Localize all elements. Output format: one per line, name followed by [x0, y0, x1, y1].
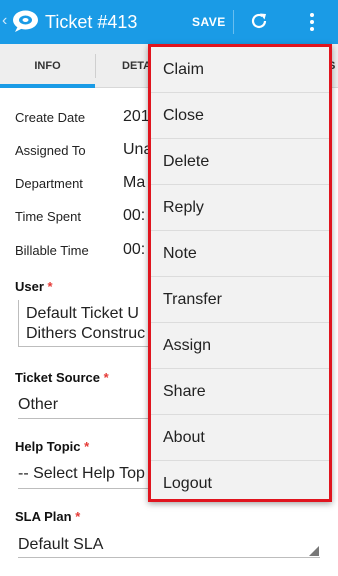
menu-item-claim[interactable]: Claim	[151, 47, 329, 93]
time-spent-label: Time Spent	[15, 209, 81, 224]
sla-plan-label: SLA Plan *	[15, 509, 81, 524]
required-marker: *	[75, 509, 81, 524]
help-topic-label: Help Topic *	[15, 439, 90, 454]
user-field-border	[18, 300, 19, 346]
refresh-icon[interactable]	[249, 11, 269, 31]
toolbar-divider	[233, 10, 234, 34]
assigned-to-label: Assigned To	[15, 143, 86, 158]
ticket-source-label: Ticket Source *	[15, 370, 109, 385]
menu-item-logout[interactable]: Logout	[151, 461, 329, 507]
required-marker: *	[103, 370, 109, 385]
menu-item-assign[interactable]: Assign	[151, 323, 329, 369]
sla-plan-underline	[18, 557, 320, 558]
menu-item-about[interactable]: About	[151, 415, 329, 461]
back-arrow-icon[interactable]: ‹	[2, 11, 7, 31]
page-title: Ticket #413	[45, 12, 138, 32]
menu-item-note[interactable]: Note	[151, 231, 329, 277]
dropdown-arrow-icon[interactable]	[309, 546, 319, 556]
app-bar: ‹ Ticket #413 SAVE	[0, 0, 338, 44]
time-spent-value[interactable]: 00:	[123, 206, 145, 226]
billable-time-label: Billable Time	[15, 243, 89, 258]
create-date-value: 201	[123, 108, 150, 125]
menu-item-delete[interactable]: Delete	[151, 139, 329, 185]
sla-plan-select[interactable]: Default SLA	[18, 535, 318, 555]
save-button[interactable]: SAVE	[192, 14, 226, 30]
menu-item-reply[interactable]: Reply	[151, 185, 329, 231]
tab-selected-indicator	[0, 84, 95, 88]
department-value[interactable]: Ma	[123, 173, 145, 193]
more-options-icon[interactable]	[302, 9, 322, 35]
app-logo-icon[interactable]	[12, 9, 39, 33]
create-date-label: Create Date	[15, 110, 86, 125]
overflow-menu: Claim Close Delete Reply Note Transfer A…	[148, 44, 332, 502]
user-label: User *	[15, 279, 53, 294]
tab-info[interactable]: INFO	[0, 44, 95, 88]
menu-item-share[interactable]: Share	[151, 369, 329, 415]
menu-item-transfer[interactable]: Transfer	[151, 277, 329, 323]
menu-item-close[interactable]: Close	[151, 93, 329, 139]
billable-time-value[interactable]: 00:	[123, 240, 145, 260]
required-marker: *	[47, 279, 53, 294]
department-label: Department	[15, 176, 83, 191]
required-marker: *	[84, 439, 90, 454]
